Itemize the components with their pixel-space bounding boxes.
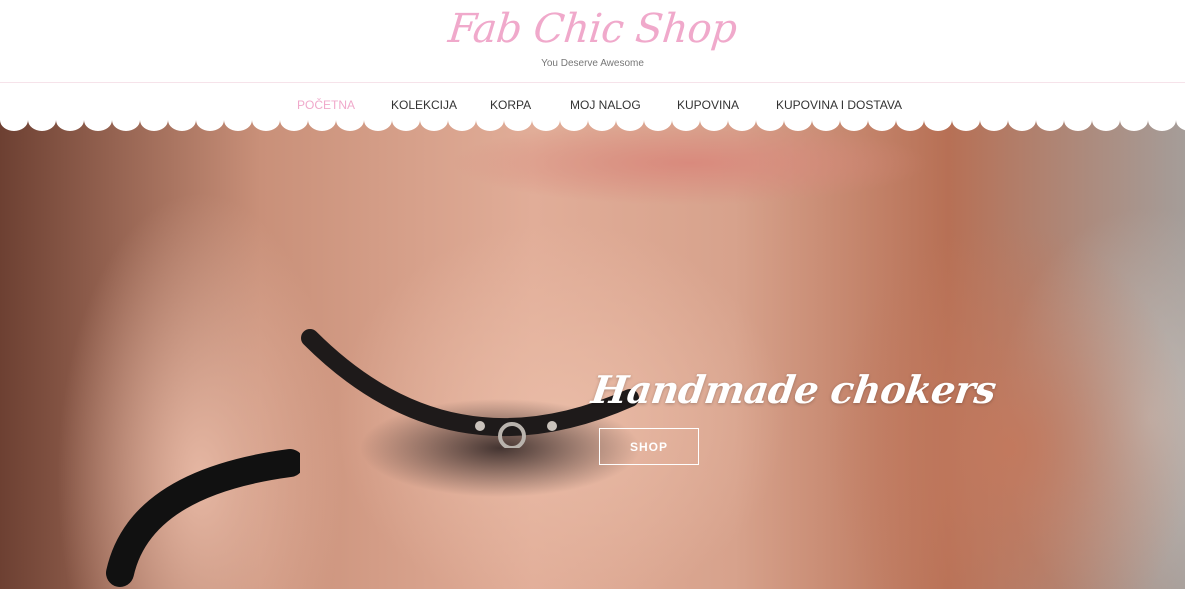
nav-item-kupovina-i-dostava[interactable]: KUPOVINA I DOSTAVA — [776, 98, 902, 112]
nav-item-kupovina[interactable]: KUPOVINA — [677, 98, 739, 112]
scalloped-divider — [0, 118, 1185, 133]
hero-image-choker — [301, 329, 639, 448]
hero-heading: Handmade chokers — [588, 367, 999, 412]
site-tagline: You Deserve Awesome — [541, 58, 644, 69]
shop-button[interactable]: SHOP — [599, 428, 699, 465]
site-title: Fab Chic Shop — [446, 6, 739, 52]
site-header: Fab Chic Shop You Deserve Awesome — [0, 0, 1185, 83]
hero-banner: Handmade chokers SHOP — [0, 118, 1185, 589]
nav-item-korpa[interactable]: KORPA — [490, 98, 531, 112]
site-logo-link[interactable]: Fab Chic Shop You Deserve Awesome — [0, 0, 1185, 83]
hero-image-bracelet — [106, 449, 300, 587]
nav-item-pocetna[interactable]: POČETNA — [297, 98, 355, 112]
nav-item-kolekcija[interactable]: KOLEKCIJA — [391, 98, 457, 112]
nav-item-moj-nalog[interactable]: MOJ NALOG — [570, 98, 641, 112]
